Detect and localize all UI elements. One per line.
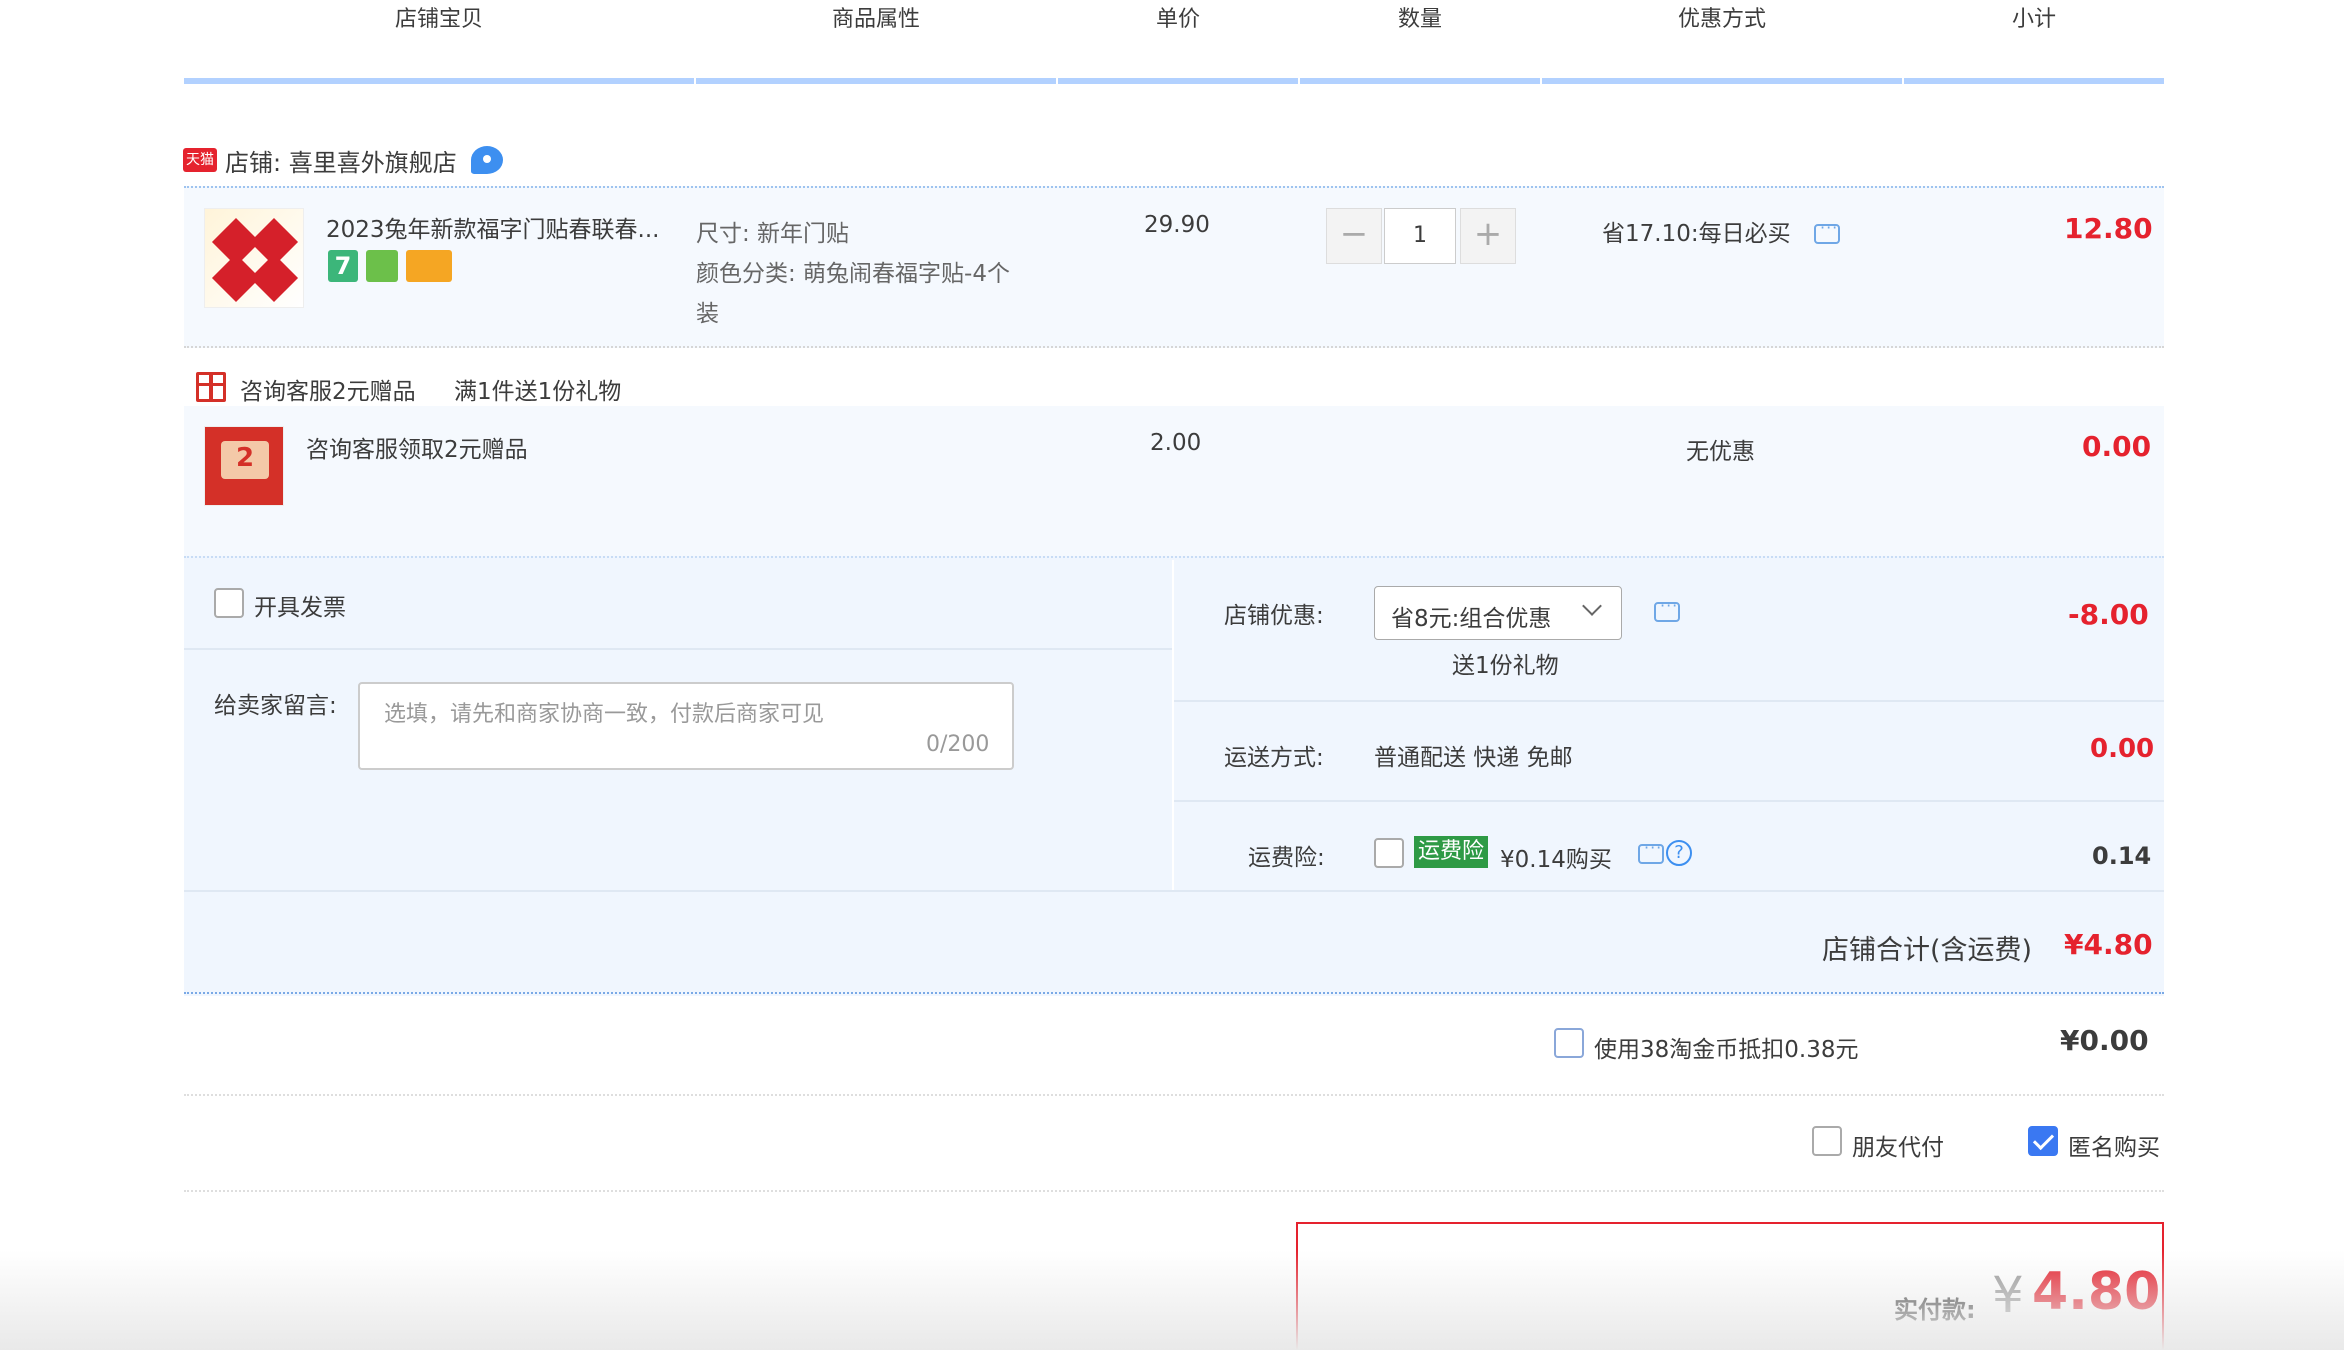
message-counter: 0/200 xyxy=(926,732,990,757)
gift-item-row xyxy=(184,406,2164,556)
friend-pay-label: 朋友代付 xyxy=(1852,1135,1944,1161)
divider xyxy=(184,1094,2164,1096)
anonymous-checkbox[interactable] xyxy=(2028,1126,2058,1156)
item-subtotal: 12.80 xyxy=(2064,212,2153,245)
message-placeholder: 选填，请先和商家协商一致，付款后商家可见 xyxy=(384,702,825,727)
qty-plus-button[interactable]: + xyxy=(1460,208,1516,264)
insurance-price: ¥0.14购买 xyxy=(1500,847,1612,873)
gift-header: 咨询客服2元赠品 xyxy=(240,379,416,405)
shipping-label: 运送方式: xyxy=(1224,745,1324,771)
insurance-label: 运费险: xyxy=(1248,845,1325,871)
friend-pay-checkbox[interactable] xyxy=(1812,1126,1842,1156)
shop-discount-value: 省8元:组合优惠 xyxy=(1391,606,1552,632)
coin-value: ¥0.00 xyxy=(2060,1024,2149,1057)
pay-label: 实付款: xyxy=(1894,1296,1976,1324)
divider xyxy=(1174,800,2164,802)
divider xyxy=(1172,560,1174,890)
invoice-checkbox[interactable] xyxy=(214,588,244,618)
gift-rule: 满1件送1份礼物 xyxy=(454,379,622,405)
shipping-amount: 0.00 xyxy=(2090,734,2155,764)
wangwang-chat-icon[interactable] xyxy=(470,146,503,174)
column-header-quantity: 数量 xyxy=(1300,0,1540,84)
tmall-badge: 天猫 xyxy=(183,148,217,172)
gift-unit-price: 2.00 xyxy=(1150,430,1202,456)
divider xyxy=(1174,700,2164,702)
shop-discount-select[interactable]: 省8元:组合优惠 xyxy=(1374,586,1622,640)
column-header-item: 店铺宝贝 xyxy=(184,0,694,84)
gift-icon xyxy=(196,372,226,402)
message-label: 给卖家留言: xyxy=(214,693,337,719)
item-attr-size: 尺寸: 新年门贴 xyxy=(696,221,850,247)
tag-7-icon: 7 xyxy=(328,250,358,282)
shop-row: 天猫 店铺: 喜里喜外旗舰店 xyxy=(183,140,503,180)
item-unit-price: 29.90 xyxy=(1144,212,1210,238)
insurance-chat-icon[interactable] xyxy=(1638,838,1664,864)
divider xyxy=(184,1190,2164,1192)
seller-message-input[interactable]: 选填，请先和商家协商一致，付款后商家可见 0/200 xyxy=(358,682,1014,770)
pay-currency: ¥ xyxy=(1992,1266,2024,1324)
shop-discount-amount: -8.00 xyxy=(2068,598,2149,631)
shipping-method: 普通配送 快递 免邮 xyxy=(1374,745,1573,771)
shop-name[interactable]: 店铺: 喜里喜外旗舰店 xyxy=(225,143,457,178)
qty-minus-button[interactable]: − xyxy=(1326,208,1382,264)
help-question-icon[interactable]: ? xyxy=(1666,840,1692,866)
item-discount: 省17.10:每日必买 xyxy=(1602,221,1791,247)
tag-gift-icon xyxy=(366,250,398,282)
gift-thumbnail[interactable]: 2 xyxy=(204,426,284,506)
shop-discount-chat-icon[interactable] xyxy=(1654,596,1680,622)
invoice-label: 开具发票 xyxy=(254,595,346,621)
insurance-amount: 0.14 xyxy=(2092,842,2152,870)
shop-total-value: ¥4.80 xyxy=(2064,928,2153,961)
qty-input[interactable]: 1 xyxy=(1384,208,1456,264)
gift-discount: 无优惠 xyxy=(1686,439,1755,465)
column-header-subtotal: 小计 xyxy=(1904,0,2164,84)
gift-subtotal: 0.00 xyxy=(2082,430,2152,463)
column-header-discount: 优惠方式 xyxy=(1542,0,1902,84)
insurance-tag: 运费险 xyxy=(1414,836,1489,868)
insurance-checkbox[interactable] xyxy=(1374,838,1404,868)
payment-summary-box: 实付款: ¥ 4.80 xyxy=(1296,1222,2164,1350)
coin-checkbox[interactable] xyxy=(1554,1028,1584,1058)
column-header-unit-price: 单价 xyxy=(1058,0,1298,84)
chevron-down-icon xyxy=(1582,596,1602,616)
anonymous-label: 匿名购买 xyxy=(2068,1135,2160,1161)
gift-thumb-value: 2 xyxy=(235,443,255,473)
coin-label: 使用38淘金币抵扣0.38元 xyxy=(1594,1037,1859,1063)
divider xyxy=(184,890,2164,892)
divider xyxy=(184,648,1172,650)
item-attr-color-cont: 装 xyxy=(696,301,719,327)
item-thumbnail[interactable] xyxy=(204,208,304,308)
shop-total-label: 店铺合计(含运费) xyxy=(1822,935,2033,966)
column-header-attributes: 商品属性 xyxy=(696,0,1056,84)
shop-discount-label: 店铺优惠: xyxy=(1224,603,1324,629)
shop-discount-gift: 送1份礼物 xyxy=(1452,653,1559,679)
discount-chat-icon[interactable] xyxy=(1814,218,1840,244)
gift-title[interactable]: 咨询客服领取2元赠品 xyxy=(306,430,528,464)
tag-card-icon xyxy=(406,250,452,282)
pay-amount: 4.80 xyxy=(2032,1262,2161,1322)
item-title[interactable]: 2023兔年新款福字门贴春联春... xyxy=(326,210,659,244)
item-attr-color: 颜色分类: 萌兔闹春福字贴-4个 xyxy=(696,261,1010,287)
